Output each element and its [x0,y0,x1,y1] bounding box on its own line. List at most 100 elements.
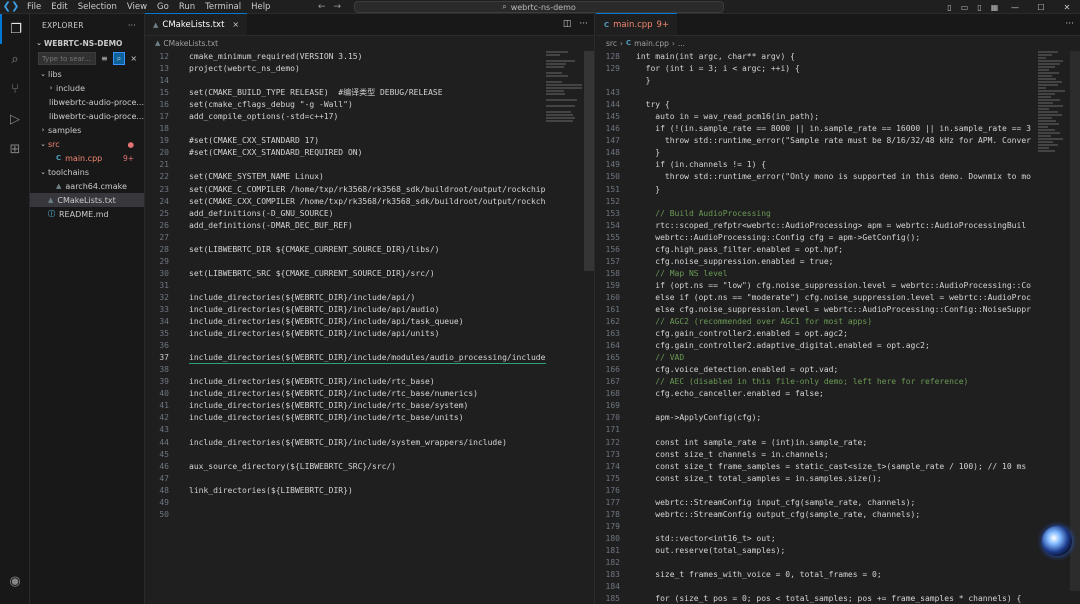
tab-cmakelists[interactable]: ▲ CMakeLists.txt × [145,13,248,35]
more-actions-icon[interactable]: ··· [128,21,136,30]
project-root[interactable]: ⌄ WEBRTC-NS-DEMO [30,36,144,50]
code-line[interactable]: 179 [596,521,1080,533]
code-line[interactable]: 26 add_definitions(-DMAR_DEC_BUF_REF) [145,220,594,232]
left-minimap[interactable] [546,51,582,191]
code-line[interactable]: 181 out.reserve(total_samples); [596,545,1080,557]
code-line[interactable]: 153 // Build AudioProcessing [596,208,1080,220]
code-line[interactable]: 28 set(LIBWEBRTC_DIR ${CMAKE_CURRENT_SOUR… [145,244,594,256]
code-line[interactable]: 17 add_compile_options(-std=c++17) [145,111,594,123]
code-line[interactable]: 159 if (opt.ns == "low") cfg.noise_suppr… [596,280,1080,292]
code-line[interactable]: 149 if (in.channels != 1) { [596,159,1080,171]
breadcrumb-item[interactable]: CMakeLists.txt [163,39,218,48]
code-line[interactable]: 18 [145,123,594,135]
code-line[interactable]: 170 apm->ApplyConfig(cfg); [596,412,1080,424]
code-line[interactable]: 29 [145,256,594,268]
back-arrow-icon[interactable]: ← [318,0,326,14]
code-line[interactable]: 165 // VAD [596,352,1080,364]
code-line[interactable]: 13 project(webrtc_ns_demo) [145,63,594,75]
code-line[interactable]: 155 webrtc::AudioProcessing::Config cfg … [596,232,1080,244]
breadcrumb-item[interactable]: main.cpp [634,39,669,48]
tree-item-aarch64-cmake[interactable]: ▲ aarch64.cmake [30,179,144,193]
more-actions-icon[interactable]: ··· [1065,19,1074,29]
code-line[interactable]: 38 [145,364,594,376]
code-line[interactable]: 35 include_directories(${WEBRTC_DIR}/incl… [145,328,594,340]
tree-item-src[interactable]: ⌄ src ● [30,137,144,151]
menu-item-edit[interactable]: Edit [46,0,72,14]
code-line[interactable]: 167 // AEC (disabled in this file-only d… [596,376,1080,388]
right-scrollbar[interactable] [1070,51,1080,591]
toggle-secondary-sidebar-icon[interactable]: ▯ [974,3,985,12]
toggle-panel-icon[interactable]: ▭ [959,3,970,12]
menu-item-run[interactable]: Run [174,0,200,14]
right-code-area[interactable]: 128 int main(int argc, char** argv) {129 … [596,51,1080,604]
code-line[interactable]: 14 [145,75,594,87]
code-line[interactable]: 161 else cfg.noise_suppression.level = w… [596,304,1080,316]
tree-item-libwebrtc-audio-proce[interactable]: libwebrtc-audio-proce... [30,109,144,123]
code-line[interactable]: 154 rtc::scoped_refptr<webrtc::AudioProc… [596,220,1080,232]
code-line[interactable]: 50 [145,509,594,521]
code-line[interactable]: 182 [596,557,1080,569]
code-line[interactable]: 48 link_directories(${LIBWEBRTC_DIR}) [145,485,594,497]
source-control-icon[interactable]: ⑂ [0,74,30,104]
maximize-icon[interactable]: ☐ [1028,3,1054,12]
code-line[interactable]: 49 [145,497,594,509]
menu-item-terminal[interactable]: Terminal [200,0,246,14]
code-line[interactable]: 39 include_directories(${WEBRTC_DIR}/incl… [145,376,594,388]
code-line[interactable]: 178 webrtc::StreamConfig output_cfg(samp… [596,509,1080,521]
code-line[interactable]: 46 aux_source_directory(${LIBWEBRTC_SRC}/… [145,461,594,473]
code-line[interactable]: 152 [596,196,1080,208]
tree-item-cmakelists-txt[interactable]: ▲ CMakeLists.txt [30,193,144,207]
code-line[interactable]: 36 [145,340,594,352]
code-line[interactable]: 171 [596,424,1080,436]
code-line[interactable]: 24 set(CMAKE_CXX_COMPILER /home/txp/rk356… [145,196,594,208]
tab-main-cpp[interactable]: C main.cpp 9+ [596,13,678,35]
code-line[interactable]: 16 set(cmake_cflags_debug "-g -Wall") [145,99,594,111]
code-line[interactable]: 43 [145,424,594,436]
code-line[interactable]: 169 [596,400,1080,412]
fuzzy-match-icon[interactable]: ⌕ [112,52,126,65]
close-tab-icon[interactable]: × [232,20,239,29]
code-line[interactable]: 150 throw std::runtime_error("Only mono … [596,171,1080,183]
code-line[interactable]: 148 } [596,147,1080,159]
code-line[interactable]: 47 [145,473,594,485]
code-line[interactable]: 168 cfg.echo_canceller.enabled = false; [596,388,1080,400]
menu-item-file[interactable]: File [22,0,46,14]
account-icon[interactable]: ◉ [0,566,30,596]
customize-layout-icon[interactable]: ▦ [989,3,1000,12]
code-line[interactable]: 185 for (size_t pos = 0; pos < total_sam… [596,593,1080,604]
code-line[interactable]: 175 const size_t total_samples = in.samp… [596,473,1080,485]
code-line[interactable]: 184 [596,581,1080,593]
command-center[interactable]: ⌕ webrtc-ns-demo [354,1,724,13]
code-line[interactable]: 31 [145,280,594,292]
tree-item-samples[interactable]: › samples [30,123,144,137]
menu-item-help[interactable]: Help [246,0,275,14]
code-line[interactable]: 129 for (int i = 3; i < argc; ++i) { [596,63,1080,75]
code-line[interactable]: 172 const int sample_rate = (int)in.samp… [596,437,1080,449]
tree-item-libwebrtc-audio-proce[interactable]: libwebrtc-audio-proce... [30,95,144,109]
code-line[interactable]: 146 if (!(in.sample_rate == 8000 || in.s… [596,123,1080,135]
code-line[interactable]: 145 auto in = wav_read_pcm16(in_path); [596,111,1080,123]
left-scrollbar[interactable] [584,51,594,271]
close-filter-icon[interactable]: × [127,52,140,65]
tree-item-toolchains[interactable]: ⌄ toolchains [30,165,144,179]
tree-item-include[interactable]: › include [30,81,144,95]
code-line[interactable]: 176 [596,485,1080,497]
code-line[interactable]: 30 set(LIBWEBRTC_SRC ${CMAKE_CURRENT_SOUR… [145,268,594,280]
code-line[interactable]: 27 [145,232,594,244]
run-debug-icon[interactable]: ▷ [0,104,30,134]
close-window-icon[interactable]: ✕ [1054,3,1080,12]
menu-item-go[interactable]: Go [152,0,174,14]
extensions-icon[interactable]: ⊞ [0,134,30,164]
split-editor-icon[interactable]: ◫ [563,19,572,29]
menu-item-view[interactable]: View [122,0,152,14]
code-line[interactable]: 45 [145,449,594,461]
tree-item-main-cpp[interactable]: Cmain.cpp 9+ [30,151,144,165]
code-line[interactable]: 164 cfg.gain_controller2.adaptive_digita… [596,340,1080,352]
code-line[interactable]: 21 [145,159,594,171]
code-line[interactable]: 151 } [596,184,1080,196]
code-line[interactable]: 162 // AGC2 (recommended over AGC1 for m… [596,316,1080,328]
code-line[interactable]: } [596,75,1080,87]
code-line[interactable]: 23 set(CMAKE_C_COMPILER /home/txp/rk3568/… [145,184,594,196]
code-line[interactable]: 147 throw std::runtime_error("Sample rat… [596,135,1080,147]
toggle-primary-sidebar-icon[interactable]: ▯ [944,3,955,12]
